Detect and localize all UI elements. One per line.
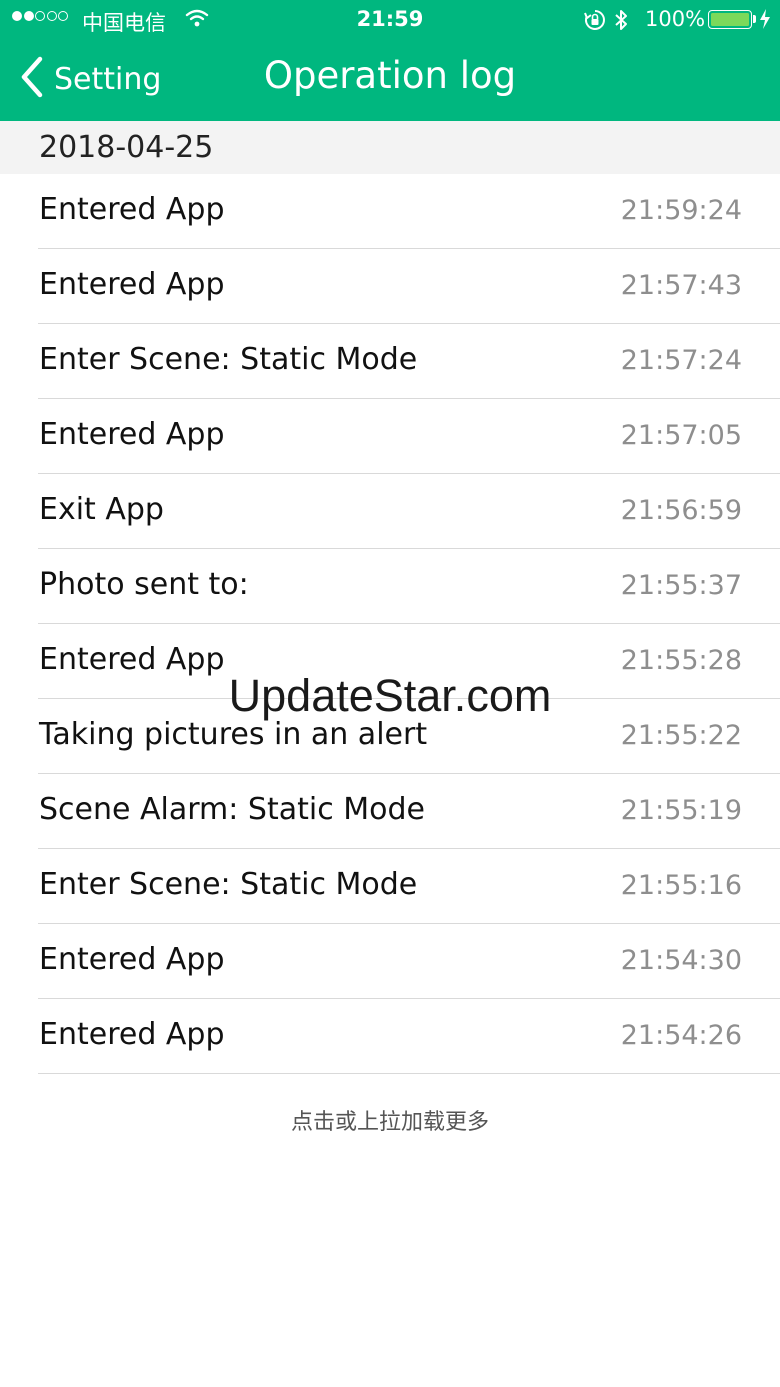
status-bar: 中国电信 21:59 100% <box>0 0 780 40</box>
log-time: 21:56:59 <box>620 495 742 526</box>
log-time: 21:55:37 <box>620 570 742 601</box>
log-entry[interactable]: Photo sent to: 21:55:37 <box>0 549 780 624</box>
log-time: 21:57:05 <box>620 420 742 451</box>
battery-icon <box>708 10 752 29</box>
header-bar: 中国电信 21:59 100% Setting Operation log <box>0 0 780 121</box>
log-entry[interactable]: Entered App 21:57:43 <box>0 249 780 324</box>
log-event: Photo sent to: <box>39 567 249 602</box>
load-more-button[interactable]: 点击或上拉加载更多 <box>0 1104 780 1136</box>
log-entry[interactable]: Enter Scene: Static Mode 21:57:24 <box>0 324 780 399</box>
log-entry[interactable]: Enter Scene: Static Mode 21:55:16 <box>0 849 780 924</box>
log-entry[interactable]: Entered App 21:57:05 <box>0 399 780 474</box>
log-event: Entered App <box>39 267 225 302</box>
log-event: Entered App <box>39 942 225 977</box>
log-time: 21:55:22 <box>620 720 742 751</box>
log-event: Enter Scene: Static Mode <box>39 342 418 377</box>
log-entry[interactable]: Entered App 21:54:30 <box>0 924 780 999</box>
log-event: Entered App <box>39 1017 225 1052</box>
battery-tip <box>753 15 756 23</box>
log-entry[interactable]: Scene Alarm: Static Mode 21:55:19 <box>0 774 780 849</box>
log-entry[interactable]: Entered App 21:55:28 <box>0 624 780 699</box>
log-entry[interactable]: Entered App 21:59:24 <box>0 174 780 249</box>
log-time: 21:59:24 <box>620 195 742 226</box>
log-time: 21:57:24 <box>620 345 742 376</box>
log-time: 21:54:30 <box>620 945 742 976</box>
log-entry[interactable]: Exit App 21:56:59 <box>0 474 780 549</box>
rotation-lock-icon <box>584 9 606 36</box>
log-time: 21:57:43 <box>620 270 742 301</box>
operation-log-list: Entered App 21:59:24 Entered App 21:57:4… <box>0 174 780 1074</box>
log-time: 21:55:19 <box>620 795 742 826</box>
log-event: Entered App <box>39 642 225 677</box>
log-event: Entered App <box>39 417 225 452</box>
date-section-header: 2018-04-25 <box>0 121 780 174</box>
log-event: Scene Alarm: Static Mode <box>39 792 425 827</box>
battery-percent: 100% <box>645 7 706 31</box>
page-title: Operation log <box>263 54 517 97</box>
log-event: Exit App <box>39 492 164 527</box>
log-time: 21:54:26 <box>620 1020 742 1051</box>
log-event: Enter Scene: Static Mode <box>39 867 418 902</box>
log-entry[interactable]: Entered App 21:54:26 <box>0 999 780 1074</box>
bluetooth-icon <box>614 8 628 37</box>
log-time: 21:55:28 <box>620 645 742 676</box>
log-event: Entered App <box>39 192 225 227</box>
log-entry[interactable]: Taking pictures in an alert 21:55:22 <box>0 699 780 774</box>
section-date: 2018-04-25 <box>39 130 214 165</box>
charging-bolt-icon <box>759 8 771 35</box>
log-time: 21:55:16 <box>620 870 742 901</box>
log-event: Taking pictures in an alert <box>39 717 428 752</box>
